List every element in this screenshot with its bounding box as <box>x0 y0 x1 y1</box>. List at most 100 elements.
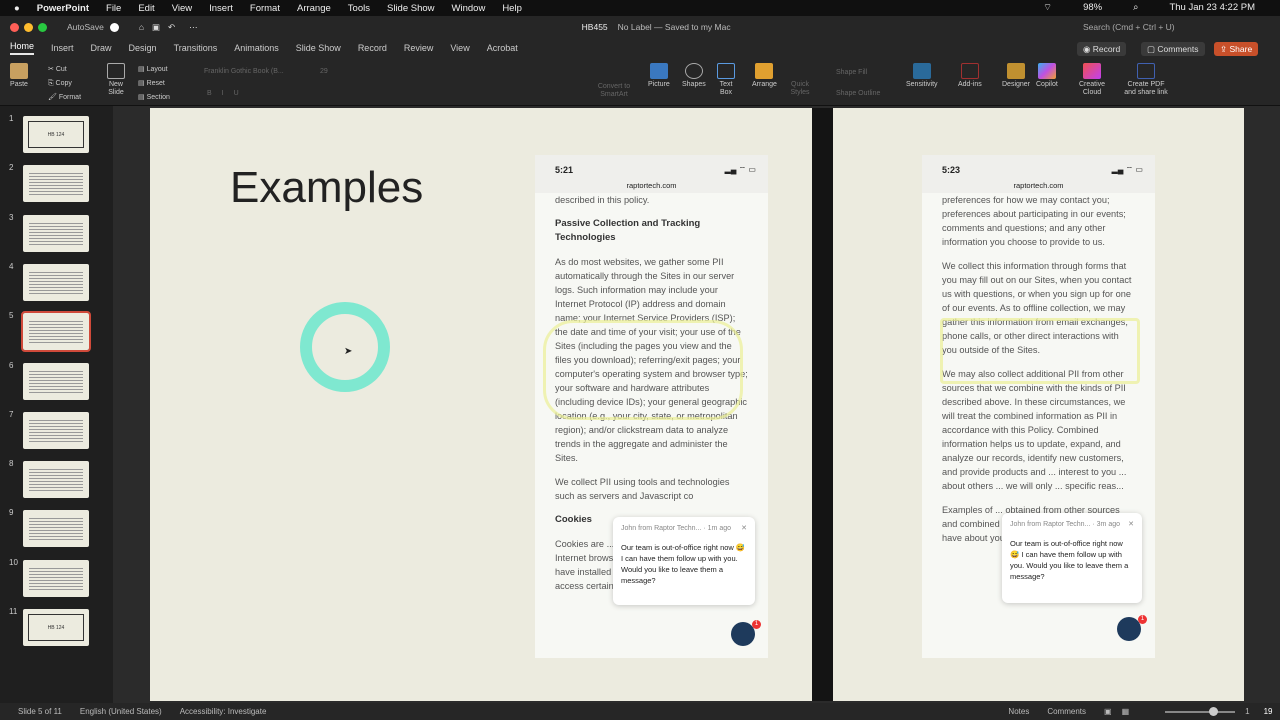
chat-popup[interactable]: John from Raptor Techn... · 1m ago ✕ Our… <box>613 517 755 605</box>
paste-button[interactable]: Paste <box>10 63 28 89</box>
zoom-level[interactable]: 1 <box>1245 707 1249 716</box>
menu-help[interactable]: Help <box>502 3 522 14</box>
sensitivity-label[interactable]: No Label — Saved to my Mac <box>618 22 731 32</box>
accessibility-button[interactable]: Accessibility: Investigate <box>180 707 267 716</box>
app-name[interactable]: PowerPoint <box>37 3 89 14</box>
copilot-icon <box>1037 63 1056 79</box>
slide-title[interactable]: Examples <box>230 163 423 213</box>
tab-record[interactable]: Record <box>358 43 387 53</box>
more-icon[interactable]: ⋯ <box>189 22 198 33</box>
save-icon[interactable]: ▣ <box>152 22 160 33</box>
slide-thumbnail-10[interactable] <box>23 559 89 597</box>
tab-animations[interactable]: Animations <box>234 43 279 53</box>
tab-slideshow[interactable]: Slide Show <box>296 43 341 53</box>
slide-thumbnail-8[interactable] <box>23 461 89 499</box>
creative-cloud-icon <box>1083 63 1101 79</box>
layout-button[interactable]: ▤ Layout <box>138 63 170 77</box>
slide-thumbnail-7[interactable] <box>23 411 89 449</box>
cut-button[interactable]: ✂ Cut <box>48 63 81 77</box>
tab-acrobat[interactable]: Acrobat <box>487 43 518 53</box>
share-label: Share <box>1229 44 1253 54</box>
chat-popup[interactable]: John from Raptor Techn... · 3m ago ✕ Our… <box>1002 513 1142 603</box>
menu-tools[interactable]: Tools <box>348 3 370 14</box>
tab-design[interactable]: Design <box>129 43 157 53</box>
close-icon[interactable]: ✕ <box>1128 519 1134 530</box>
thumbnail-number: 2 <box>9 163 14 173</box>
slide-thumbnail-11[interactable]: HB 124 <box>23 609 89 646</box>
addins-button[interactable]: Add-ins <box>958 63 982 89</box>
close-window-button[interactable] <box>10 22 19 32</box>
tab-transitions[interactable]: Transitions <box>174 43 218 53</box>
textbox-button[interactable]: Text Box <box>716 63 736 97</box>
reset-button[interactable]: ▤ Reset <box>138 77 170 91</box>
menu-file[interactable]: File <box>106 3 121 14</box>
tab-view[interactable]: View <box>450 43 469 53</box>
copilot-button[interactable]: Copilot <box>1036 63 1058 89</box>
language[interactable]: English (United States) <box>80 707 162 716</box>
slide-thumbnail-2[interactable] <box>23 165 89 203</box>
thumbnail-content <box>29 467 83 493</box>
search-icon[interactable]: ⌕ <box>1133 2 1138 13</box>
zoom-slider[interactable] <box>1165 706 1236 716</box>
creative-cloud-button[interactable]: Creative Cloud <box>1076 63 1108 97</box>
menu-format[interactable]: Format <box>250 3 280 14</box>
menu-view[interactable]: View <box>172 3 192 14</box>
thumbnail-number: 8 <box>9 459 14 469</box>
font-name-select[interactable]: Franklin Gothic Book (B... <box>204 68 284 76</box>
tab-insert[interactable]: Insert <box>51 43 74 53</box>
designer-button[interactable]: Designer <box>1002 63 1030 89</box>
home-icon[interactable]: ⌂ <box>139 22 144 32</box>
battery-status[interactable]: 98% <box>1083 2 1102 13</box>
zoom-window-button[interactable] <box>38 22 47 32</box>
menu-arrange[interactable]: Arrange <box>297 3 331 14</box>
font-format-buttons[interactable]: BIU <box>207 90 249 98</box>
tab-review[interactable]: Review <box>404 43 434 53</box>
record-button[interactable]: ◉ Record <box>1077 42 1127 56</box>
shapes-label: Shapes <box>682 81 706 88</box>
quick-styles-button[interactable]: Quick Styles <box>788 81 812 97</box>
copy-button[interactable]: ⎘ Copy <box>48 77 81 91</box>
picture-button[interactable]: Picture <box>648 63 670 89</box>
mouse-cursor-icon: ➤ <box>344 346 353 357</box>
share-button[interactable]: ⇪ Share <box>1214 42 1259 56</box>
sorter-view-icon[interactable]: ▦ <box>1122 707 1130 716</box>
slide-thumbnail-1[interactable]: HB 124 <box>23 116 89 153</box>
menu-slideshow[interactable]: Slide Show <box>387 3 435 14</box>
menu-edit[interactable]: Edit <box>138 3 154 14</box>
normal-view-icon[interactable]: ▣ <box>1104 707 1112 716</box>
notes-button[interactable]: Notes <box>1008 707 1029 716</box>
shape-fill-button[interactable]: Shape Fill <box>836 69 867 77</box>
section-button[interactable]: ▤ Section <box>138 91 170 105</box>
apple-icon[interactable]: ● <box>14 3 20 14</box>
slide-thumbnail-3[interactable] <box>23 214 89 252</box>
slide-thumbnail-6[interactable] <box>23 362 89 400</box>
menu-insert[interactable]: Insert <box>209 3 233 14</box>
new-slide-button[interactable]: New Slide <box>104 63 128 97</box>
comments-status-button[interactable]: Comments <box>1047 707 1086 716</box>
textbox-label: Text Box <box>719 81 733 96</box>
search-input[interactable]: Search (Cmd + Ctrl + U) <box>1083 22 1175 32</box>
tab-draw[interactable]: Draw <box>91 43 112 53</box>
font-size-select[interactable]: 29 <box>320 68 328 76</box>
autosave-toggle[interactable] <box>109 22 119 32</box>
document-name[interactable]: HB455 <box>582 22 608 32</box>
slide-thumbnail-9[interactable] <box>23 510 89 548</box>
undo-icon[interactable]: ↶ <box>168 22 175 33</box>
shape-outline-button[interactable]: Shape Outline <box>836 90 880 98</box>
slide-thumbnail-5[interactable] <box>21 311 91 353</box>
create-pdf-button[interactable]: Create PDF and share link <box>1122 63 1170 97</box>
clock[interactable]: Thu Jan 23 4:22 PM <box>1169 2 1255 13</box>
slide-thumbnail-4[interactable] <box>23 263 89 301</box>
chat-badge: 1 <box>752 620 761 629</box>
wifi-icon[interactable]: ⌔ <box>1043 2 1052 13</box>
comments-button[interactable]: ▢ Comments <box>1141 42 1205 56</box>
format-painter-button[interactable]: 🖌 Format <box>48 91 81 105</box>
minimize-window-button[interactable] <box>24 22 33 32</box>
tab-home[interactable]: Home <box>10 41 35 55</box>
shapes-button[interactable]: Shapes <box>682 63 706 89</box>
close-icon[interactable]: ✕ <box>741 523 747 534</box>
menu-window[interactable]: Window <box>452 3 486 14</box>
sensitivity-button[interactable]: Sensitivity <box>906 63 938 89</box>
arrange-button[interactable]: Arrange <box>752 63 777 89</box>
convert-smartart-button[interactable]: Convert to SmartArt <box>592 83 636 99</box>
